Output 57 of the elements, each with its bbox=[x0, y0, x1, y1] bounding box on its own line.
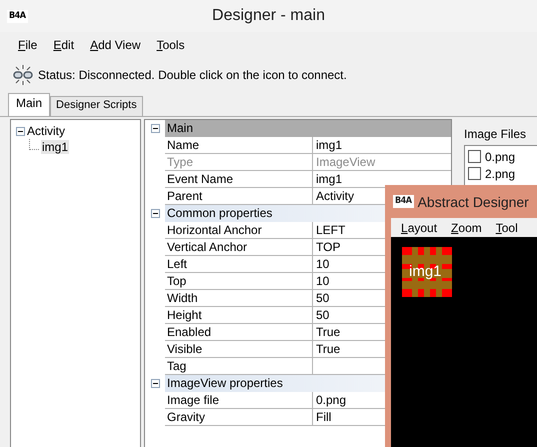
property-name: Width bbox=[165, 290, 313, 306]
menu-item[interactable]: Layout bbox=[394, 220, 444, 234]
property-name: Parent bbox=[165, 188, 313, 204]
property-value[interactable]: True bbox=[316, 325, 340, 339]
view-label: img1 bbox=[409, 263, 442, 280]
property-name: Type bbox=[165, 154, 313, 170]
window-title: Designer - main bbox=[212, 7, 325, 24]
property-value[interactable]: LEFT bbox=[316, 223, 346, 237]
property-name: Enabled bbox=[165, 324, 313, 340]
menu-item[interactable]: Edit bbox=[45, 38, 82, 52]
tree-item[interactable]: img1 bbox=[41, 140, 70, 154]
property-name: Tag bbox=[165, 358, 313, 374]
section-header[interactable]: Main bbox=[167, 121, 194, 135]
window-title: Abstract Designer bbox=[418, 194, 529, 210]
property-name: Height bbox=[165, 307, 313, 323]
file-name[interactable]: 2.png bbox=[485, 166, 516, 180]
app-icon: B4A bbox=[7, 10, 28, 22]
menu-item[interactable]: Tools bbox=[148, 38, 193, 52]
property-value[interactable]: True bbox=[316, 342, 340, 356]
property-value[interactable]: 50 bbox=[316, 291, 330, 305]
checkbox[interactable] bbox=[468, 167, 481, 180]
property-value[interactable]: 50 bbox=[316, 308, 330, 322]
property-name: Gravity bbox=[165, 409, 313, 425]
file-name[interactable]: 0.png bbox=[485, 150, 516, 164]
status-text: Status: Disconnected. Double click on the icon to connect. bbox=[38, 68, 347, 82]
collapse-icon[interactable] bbox=[16, 126, 25, 136]
app-icon: B4A bbox=[393, 195, 414, 208]
property-name: Top bbox=[165, 273, 313, 289]
tab[interactable]: Main bbox=[8, 93, 50, 116]
property-value[interactable]: TOP bbox=[316, 240, 340, 254]
property-name: Event Name bbox=[165, 171, 313, 187]
image-files-label: Image Files bbox=[464, 127, 528, 142]
property-value[interactable]: Activity bbox=[316, 189, 354, 203]
checkbox[interactable] bbox=[468, 150, 481, 163]
property-name: Horizontal Anchor bbox=[165, 222, 313, 238]
property-name: Visible bbox=[165, 341, 313, 357]
property-value[interactable]: img1 bbox=[316, 138, 342, 152]
image-view[interactable] bbox=[402, 247, 452, 297]
menu-item[interactable]: File bbox=[10, 38, 46, 52]
collapse-icon[interactable] bbox=[150, 209, 160, 218]
collapse-icon[interactable] bbox=[150, 379, 160, 388]
property-value[interactable]: 0.png bbox=[316, 393, 346, 407]
property-name: Image file bbox=[165, 392, 313, 408]
property-name: Vertical Anchor bbox=[165, 239, 313, 255]
property-value[interactable]: 10 bbox=[316, 257, 330, 271]
menu-item[interactable]: Add View bbox=[82, 38, 149, 52]
property-value[interactable]: 10 bbox=[316, 274, 330, 288]
property-value[interactable]: Fill bbox=[316, 410, 332, 424]
collapse-icon[interactable] bbox=[150, 124, 160, 133]
property-value[interactable]: img1 bbox=[316, 172, 342, 186]
menu-item[interactable]: Zoom bbox=[444, 220, 489, 234]
property-name: Left bbox=[165, 256, 313, 272]
tree-item[interactable]: Activity bbox=[26, 124, 66, 138]
menu-item[interactable]: Tool bbox=[488, 220, 525, 234]
property-name: Name bbox=[165, 137, 313, 153]
tab[interactable]: Designer Scripts bbox=[50, 96, 143, 116]
disconnected-link-icon[interactable] bbox=[12, 64, 34, 86]
